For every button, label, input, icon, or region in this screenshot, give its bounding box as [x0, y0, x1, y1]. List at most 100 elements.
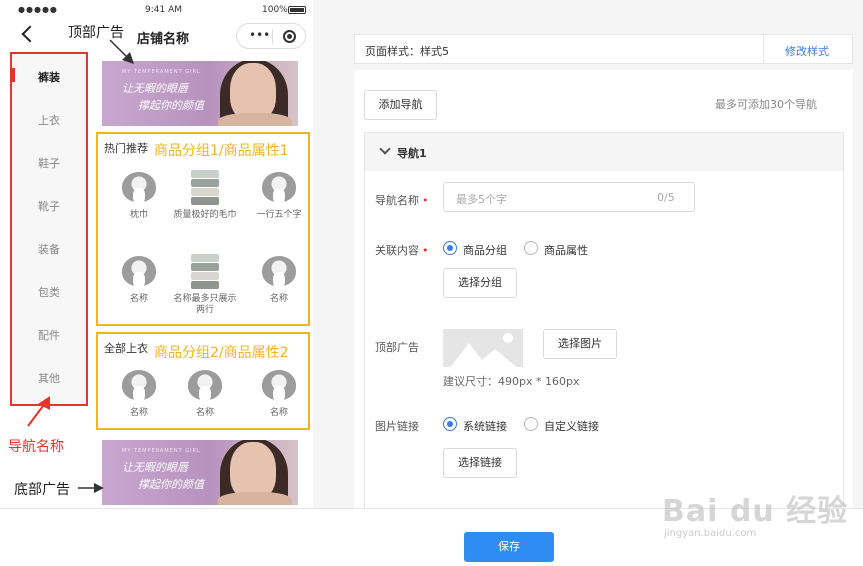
nav-name-count: 0/5 — [657, 191, 675, 204]
top-banner-ad[interactable]: MY TEMPERAMENT GIRL 让无暇的眼唇 撑起你的颜值 — [102, 61, 298, 126]
banner-line-2: 撑起你的颜值 — [138, 478, 204, 491]
sidebar-item-tops[interactable]: 上衣 — [12, 112, 86, 128]
sidebar-item-others[interactable]: 其他 — [12, 370, 86, 386]
signal-icon: ●●●●● — [18, 5, 58, 14]
watermark-logo: Bai du 经验 — [662, 494, 849, 529]
content-label: 关联内容 • — [375, 244, 429, 257]
nav-name-label: 导航名称 • — [375, 194, 429, 207]
shop-name: 店铺名称 — [137, 32, 190, 47]
select-image-button[interactable]: 选择图片 — [543, 329, 617, 359]
product-name: 名称 — [269, 294, 288, 304]
sidebar-item-pants[interactable]: 裤装 — [12, 69, 86, 85]
sidebar-item-gear[interactable]: 装备 — [12, 241, 86, 257]
capsule-menu[interactable]: ••• — [236, 23, 306, 49]
product-item[interactable]: 名称 — [104, 250, 174, 305]
nav-name-annotation: 导航名称 — [8, 439, 64, 455]
annotation-arrow-icon — [78, 483, 104, 493]
product-item[interactable]: 名称 — [104, 364, 174, 419]
neck-pillow-icon — [119, 250, 159, 290]
close-circle-icon[interactable] — [283, 30, 296, 43]
towel-icon — [185, 166, 225, 206]
image-placeholder[interactable] — [443, 329, 523, 367]
sidebar-item-accessories[interactable]: 配件 — [12, 327, 86, 343]
neck-pillow-icon — [259, 364, 299, 404]
product-name: 名称 — [195, 408, 214, 418]
product-name: 名称 — [269, 408, 288, 418]
annotation-arrow-icon — [27, 396, 50, 427]
section-title: 导航1 — [397, 147, 427, 160]
select-group-button[interactable]: 选择分组 — [443, 268, 517, 298]
towel-icon — [185, 250, 225, 290]
sidebar-item-bags[interactable]: 包类 — [12, 284, 86, 300]
watermark-url: jingyan.baidu.com — [664, 528, 757, 539]
page-style-bar: 页面样式：样式5 修改样式 — [354, 34, 853, 64]
product-item[interactable]: 枕巾 — [104, 166, 174, 221]
category-sidebar: 裤装 上衣 鞋子 靴子 装备 包类 配件 其他 — [10, 52, 88, 406]
radio-product-attribute[interactable] — [524, 241, 538, 255]
nav-section-header[interactable]: 导航1 — [365, 133, 843, 171]
group-title: 热门推荐 — [104, 142, 148, 155]
mini-program-navbar: 店铺名称 ••• — [0, 20, 313, 52]
banner-subtitle: MY TEMPERAMENT GIRL — [122, 69, 201, 75]
nav-name-placeholder: 最多5个字 — [456, 193, 507, 206]
neck-pillow-icon — [259, 250, 299, 290]
neck-pillow-icon — [185, 364, 225, 404]
size-hint: 建议尺寸：490px * 160px — [443, 375, 580, 388]
product-group-1: 热门推荐 商品分组1/商品属性1 枕巾 质量极好的毛巾 一行五个字名称 名称最多只展示… — [96, 132, 310, 326]
neck-pillow-icon — [119, 364, 159, 404]
top-ad-label: 顶部广告 — [375, 341, 419, 354]
product-item[interactable]: 名称 — [244, 250, 313, 305]
radio-product-group[interactable] — [443, 241, 457, 255]
annotation-arrow-icon — [109, 39, 134, 64]
select-link-button[interactable]: 选择链接 — [443, 448, 517, 478]
group-title: 全部上衣 — [104, 342, 148, 355]
watermark: Bai du 经验 jingyan.baidu.com — [662, 486, 852, 556]
back-arrow-icon[interactable] — [21, 25, 39, 43]
chevron-down-icon[interactable] — [379, 143, 391, 155]
product-item[interactable]: 名称 — [244, 364, 313, 419]
product-name: 枕巾 — [129, 210, 148, 220]
radio-label: 系统链接 — [463, 420, 507, 433]
group-annotation: 商品分组2/商品属性2 — [154, 345, 289, 361]
banner-line-1: 让无暇的眼唇 — [122, 82, 188, 95]
battery-percent: 100% — [262, 5, 288, 15]
sidebar-item-boots[interactable]: 靴子 — [12, 198, 86, 214]
add-nav-button[interactable]: 添加导航 — [364, 90, 437, 120]
battery-icon — [288, 6, 306, 14]
banner-line-1: 让无暇的眼唇 — [122, 461, 188, 474]
radio-custom-link[interactable] — [524, 417, 538, 431]
nav-settings-panel: 添加导航 最多可添加30个导航 导航1 导航名称 • 最多5个字 0/5 关联内容… — [354, 70, 853, 510]
product-item[interactable]: 一行五个字 — [244, 166, 313, 221]
phone-preview: ●●●●● 9:41 AM 100% 店铺名称 ••• 裤装 上衣 鞋子 靴子 … — [0, 0, 313, 510]
more-dots-icon[interactable]: ••• — [249, 28, 270, 42]
neck-pillow-icon — [119, 166, 159, 206]
radio-label: 自定义链接 — [544, 420, 599, 433]
product-item[interactable]: 名称最多只展示两行 — [170, 250, 240, 316]
link-label: 图片链接 — [375, 420, 419, 433]
product-name: 一行五个字 — [256, 210, 302, 220]
status-time: 9:41 AM — [145, 5, 182, 15]
product-item[interactable]: 质量极好的毛巾 — [170, 166, 240, 221]
max-nav-hint: 最多可添加30个导航 — [715, 98, 817, 111]
edit-style-link[interactable]: 修改样式 — [785, 43, 829, 59]
product-name: 质量极好的毛巾 — [173, 210, 237, 220]
product-name: 名称最多只展示两行 — [173, 294, 237, 315]
neck-pillow-icon — [259, 166, 299, 206]
sidebar-item-shoes[interactable]: 鞋子 — [12, 155, 86, 171]
page-style-label: 页面样式：样式5 — [365, 45, 449, 58]
banner-subtitle: MY TEMPERAMENT GIRL — [122, 448, 201, 454]
group-annotation: 商品分组1/商品属性1 — [154, 143, 289, 159]
radio-label: 商品属性 — [544, 244, 588, 257]
product-group-2: 全部上衣 商品分组2/商品属性2 名称 名称 名称 — [96, 332, 310, 430]
status-bar: ●●●●● 9:41 AM 100% — [0, 0, 313, 20]
product-name: 名称 — [129, 408, 148, 418]
nav-name-input[interactable]: 最多5个字 0/5 — [443, 182, 695, 212]
radio-label: 商品分组 — [463, 244, 507, 257]
product-name: 名称 — [129, 294, 148, 304]
bottom-banner-ad[interactable]: MY TEMPERAMENT GIRL 让无暇的眼唇 撑起你的颜值 — [102, 440, 298, 505]
save-button[interactable]: 保存 — [464, 532, 554, 562]
bottom-ad-annotation: 底部广告 — [14, 482, 70, 498]
product-item[interactable]: 名称 — [170, 364, 240, 419]
radio-system-link[interactable] — [443, 417, 457, 431]
banner-line-2: 撑起你的颜值 — [138, 99, 204, 112]
